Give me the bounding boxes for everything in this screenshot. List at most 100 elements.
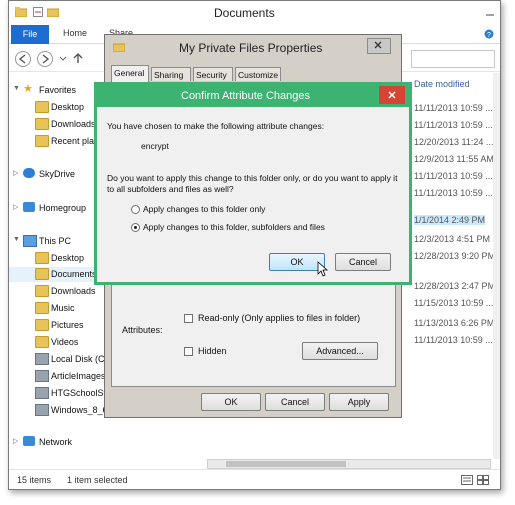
attribute-change: encrypt	[141, 141, 169, 151]
skydrive-cloud-icon	[23, 168, 35, 178]
sidebar-item-label: Desktop	[51, 102, 85, 112]
drive-icon	[35, 404, 49, 416]
column-header-date-modified[interactable]: Date modified	[414, 79, 470, 89]
music-folder-icon	[35, 302, 49, 314]
date-cell: 11/11/2013 10:59 ...	[414, 171, 493, 181]
apply-question: Do you want to apply this change to this…	[107, 173, 398, 194]
drive-icon	[35, 387, 49, 399]
folder-only-label[interactable]: Apply changes to this folder only	[143, 204, 265, 214]
help-icon[interactable]: ?	[483, 29, 495, 39]
recent-folder-icon	[35, 135, 49, 147]
tab-customize[interactable]: Customize	[235, 67, 281, 81]
close-button[interactable]	[379, 86, 405, 104]
tab-home[interactable]: Home	[63, 28, 87, 38]
date-cell: 11/11/2013 10:59 ...	[414, 335, 493, 345]
vertical-scrollbar[interactable]	[493, 73, 500, 459]
sidebar-item-label: Downloads	[51, 119, 96, 129]
status-bar: 15 items 1 item selected	[9, 469, 500, 489]
cancel-button[interactable]: Cancel	[265, 393, 325, 411]
details-view-icon[interactable]	[461, 475, 473, 485]
search-input[interactable]	[411, 50, 495, 68]
date-cell: 12/20/2013 11:24 ...	[414, 137, 494, 147]
expand-arrow-icon[interactable]: ▷	[13, 437, 18, 445]
up-button[interactable]	[71, 51, 87, 67]
tab-file[interactable]: File	[11, 25, 49, 44]
date-cell: 11/11/2013 10:59 ...	[414, 103, 493, 113]
documents-folder-icon	[35, 268, 49, 280]
hidden-label: Hidden	[198, 346, 227, 356]
sidebar-item-downloads-pc[interactable]: Downloads	[9, 284, 109, 299]
back-button[interactable]	[15, 51, 31, 67]
sidebar-item-articleimages[interactable]: ArticleImages	[9, 369, 109, 384]
sidebar-item-windows-8[interactable]: Windows_8_6	[9, 403, 109, 418]
properties-titlebar: My Private Files Properties	[105, 35, 401, 61]
sidebar-item-label: Music	[51, 303, 75, 313]
sidebar-item-videos[interactable]: Videos	[9, 335, 109, 350]
window-title: Documents	[214, 6, 275, 20]
desktop-folder-icon	[35, 252, 49, 264]
sidebar-item-label: Favorites	[39, 85, 77, 95]
folder-icon	[15, 7, 27, 17]
expand-arrow-icon[interactable]: ▼	[13, 236, 20, 243]
expand-arrow-icon[interactable]: ▷	[13, 169, 18, 177]
pictures-folder-icon	[35, 319, 49, 331]
sidebar-item-label: Local Disk (C:)	[51, 354, 111, 364]
svg-text:?: ?	[487, 32, 491, 39]
tab-sharing[interactable]: Sharing	[151, 67, 191, 81]
confirm-titlebar: Confirm Attribute Changes	[97, 85, 409, 107]
date-cell: 12/28/2013 2:47 PM	[414, 281, 496, 291]
folder-only-radio[interactable]	[131, 205, 140, 214]
recent-locations-chevron-icon[interactable]	[59, 56, 67, 62]
properties-quick-icon[interactable]	[33, 7, 43, 17]
sidebar-item-label: ArticleImages	[51, 371, 106, 381]
date-cell: 11/11/2013 10:59 ...	[414, 188, 493, 198]
ok-button[interactable]: OK	[201, 393, 261, 411]
all-subfolders-label[interactable]: Apply changes to this folder, subfolders…	[143, 222, 325, 232]
date-cell: 12/9/2013 11:55 AM	[414, 154, 494, 164]
confirm-body: You have chosen to make the following at…	[97, 107, 409, 282]
readonly-checkbox[interactable]	[184, 314, 193, 323]
tab-security[interactable]: Security	[193, 67, 233, 81]
date-cell: 1/1/2014 2:49 PM	[414, 215, 486, 225]
sidebar-item-label: SkyDrive	[39, 169, 76, 179]
hidden-checkbox[interactable]	[184, 347, 193, 356]
tab-general[interactable]: General	[111, 65, 149, 82]
advanced-button[interactable]: Advanced...	[302, 342, 378, 360]
large-icons-view-icon[interactable]	[477, 475, 489, 485]
sidebar-item-network[interactable]: ▷ Network	[9, 435, 109, 450]
scrollbar-thumb[interactable]	[226, 461, 346, 467]
close-button[interactable]	[367, 38, 391, 54]
sidebar-item-music[interactable]: Music	[9, 301, 109, 316]
date-cell: 12/28/2013 9:20 PM	[414, 251, 496, 261]
date-cell: 11/13/2013 6:26 PM	[414, 318, 495, 328]
videos-folder-icon	[35, 336, 49, 348]
downloads-folder-icon	[35, 118, 49, 130]
disk-icon	[35, 353, 49, 365]
computer-icon	[23, 235, 37, 247]
sidebar-item-label: This PC	[39, 236, 72, 246]
expand-arrow-icon[interactable]: ▷	[13, 203, 18, 211]
attributes-label: Attributes:	[122, 325, 163, 335]
forward-button[interactable]	[37, 51, 53, 67]
sidebar-item-label: Videos	[51, 337, 79, 347]
drive-icon	[35, 370, 49, 382]
sidebar-item-label: Desktop	[51, 253, 85, 263]
sidebar-item-label: Windows_8_6	[51, 405, 108, 415]
explorer-titlebar: Documents	[9, 1, 500, 25]
properties-title: My Private Files Properties	[179, 41, 323, 55]
minimize-button[interactable]	[479, 4, 500, 20]
all-subfolders-radio[interactable]	[131, 223, 140, 232]
new-folder-quick-icon[interactable]	[47, 7, 59, 17]
date-cell: 11/15/2013 10:59 ...	[414, 298, 494, 308]
expand-arrow-icon[interactable]: ▼	[13, 85, 20, 92]
star-icon: ★	[23, 83, 33, 95]
sidebar-item-label: Documents	[51, 269, 97, 279]
sidebar-item-label: Pictures	[51, 320, 84, 330]
sidebar-item-pictures[interactable]: Pictures	[9, 318, 109, 333]
apply-button[interactable]: Apply	[329, 393, 389, 411]
horizontal-scrollbar[interactable]	[207, 459, 491, 469]
message-intro: You have chosen to make the following at…	[107, 121, 325, 131]
sidebar-item-htgschoolst[interactable]: HTGSchoolSt	[9, 386, 109, 401]
cancel-button[interactable]: Cancel	[335, 253, 391, 271]
sidebar-item-local-disk[interactable]: Local Disk (C:)	[9, 352, 111, 367]
